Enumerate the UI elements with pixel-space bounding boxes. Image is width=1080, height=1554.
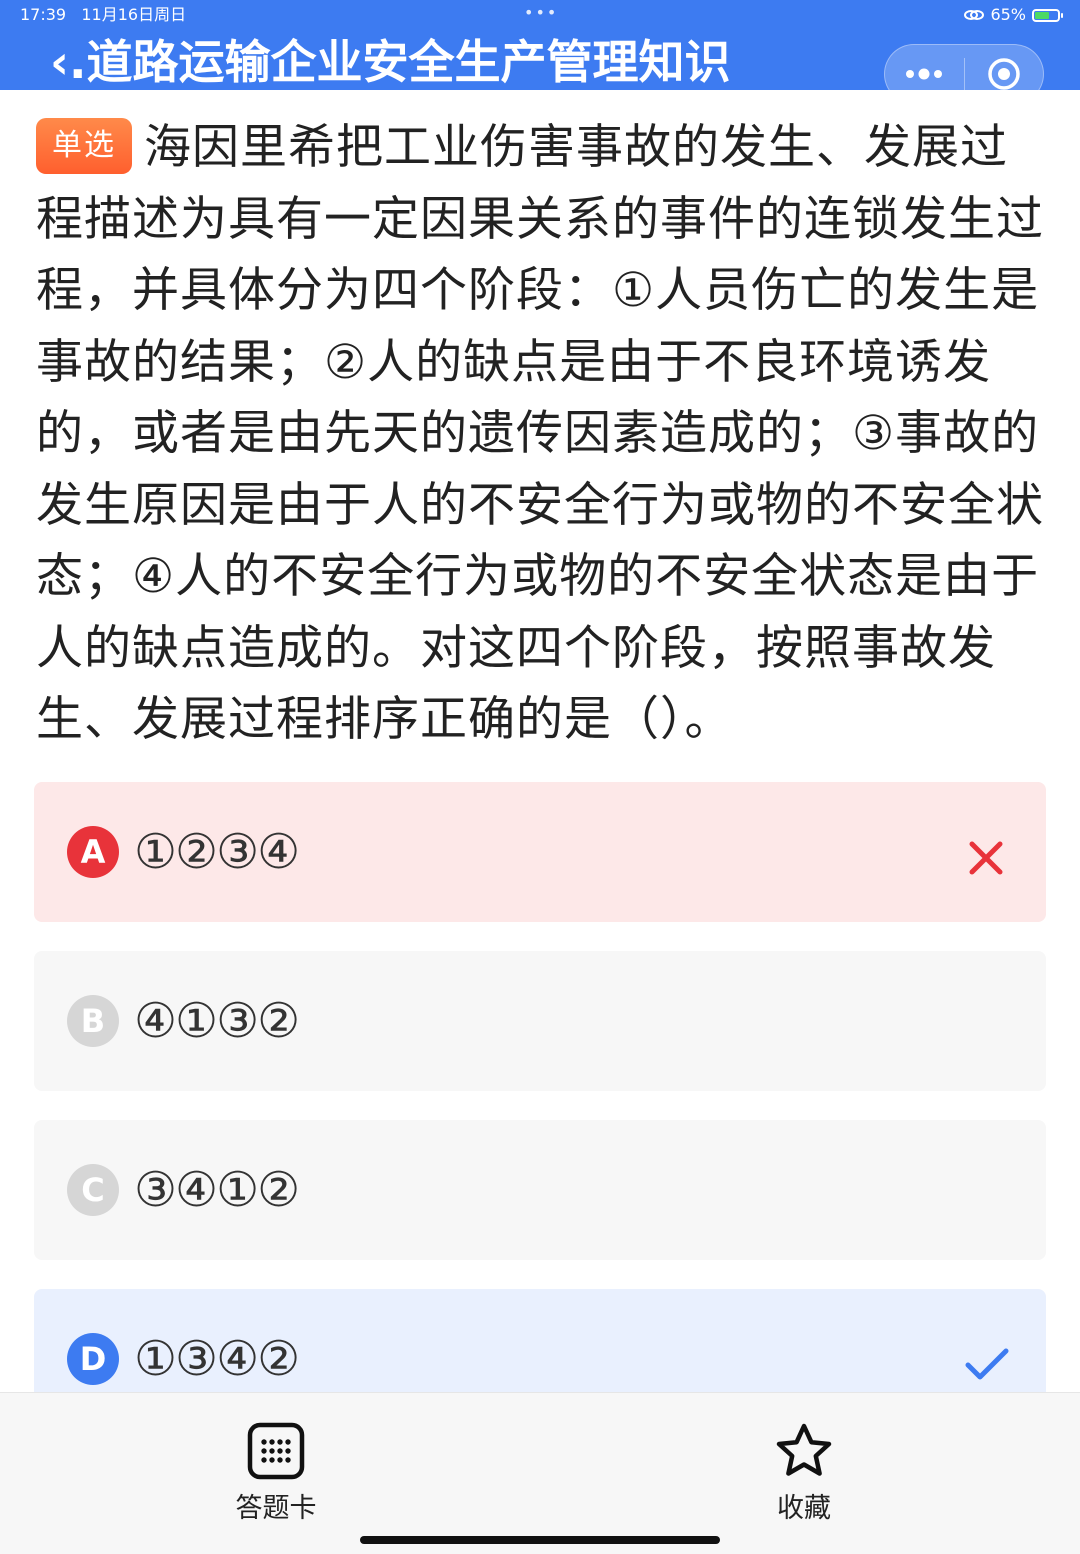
star-icon [776,1423,832,1476]
option-letter: A [67,826,119,878]
close-button[interactable] [965,45,1044,90]
mini-program-capsule [884,44,1044,90]
option-text: ④①③② [134,993,300,1049]
target-icon [988,58,1020,90]
option-letter: B [67,995,119,1047]
more-button[interactable] [885,45,964,90]
question-text: 单选 海因里希把工业伤害事故的发生、发展过程描述为具有一定因果关系的事件的连锁发生… [36,112,1048,756]
link-icon [964,10,985,20]
status-date: 11月16日周日 [81,5,187,24]
option-text: ③④①② [134,1162,300,1218]
option-a[interactable]: A ①②③④ [34,782,1046,922]
check-icon [965,1348,1009,1380]
option-text: ①②③④ [134,824,300,880]
quiz-screen: 17:39 11月16日周日 ••• 65% ‹.道路运输企业安全生产管理知识 [0,0,1080,1554]
page-title: .道路运输企业安全生产管理知识 [68,35,731,89]
home-indicator[interactable] [360,1536,720,1544]
app-logo-icon: ‹ [50,35,69,89]
status-indicators: 65% [964,5,1063,25]
multitask-dots[interactable]: ••• [524,5,558,21]
status-time: 17:39 11月16日周日 [20,5,187,24]
app-header: 17:39 11月16日周日 ••• 65% ‹.道路运输企业安全生产管理知识 [0,0,1080,90]
bottom-toolbar: 答题卡 收藏 [0,1392,1080,1554]
app-title: ‹.道路运输企业安全生产管理知识 [50,32,730,90]
option-text: ①③④② [134,1331,300,1387]
answer-card-button[interactable]: 答题卡 [206,1421,346,1527]
more-icon [906,68,943,80]
option-letter: C [67,1164,119,1216]
battery-percent: 65% [990,5,1026,24]
question-body: 海因里希把工业伤害事故的发生、发展过程描述为具有一定因果关系的事件的连锁发生过程… [36,120,1044,747]
option-c[interactable]: C ③④①② [34,1120,1046,1260]
grid-icon [247,1422,305,1480]
option-b[interactable]: B ④①③② [34,951,1046,1091]
battery-level [1035,11,1049,19]
answer-card-label: 答题卡 [235,1493,317,1524]
option-letter: D [67,1333,119,1385]
question-type-badge: 单选 [36,118,132,174]
battery-icon [1032,8,1063,22]
favorite-button[interactable]: 收藏 [734,1421,874,1527]
favorite-label: 收藏 [777,1493,831,1524]
close-icon [969,841,1003,875]
